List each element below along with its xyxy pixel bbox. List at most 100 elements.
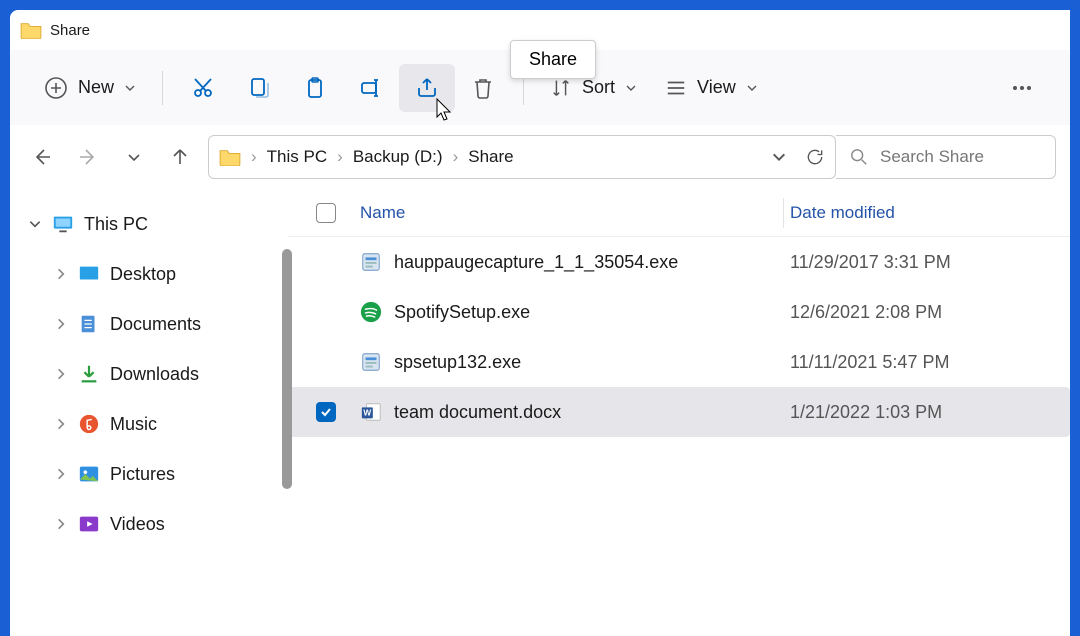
scrollbar[interactable] (282, 249, 292, 489)
file-list: ⌃ Name Date modified hauppaugecapture_1_… (287, 189, 1070, 636)
window-title: Share (50, 22, 90, 39)
sidebar: This PC Desktop Documents Downloads Musi (10, 189, 287, 636)
rename-button[interactable] (343, 64, 399, 112)
chevron-down-icon (625, 82, 637, 94)
file-name: team document.docx (394, 402, 790, 423)
breadcrumb-item[interactable]: This PC (267, 147, 327, 167)
back-button[interactable] (24, 139, 60, 175)
sidebar-label: Documents (110, 314, 201, 335)
chevron-down-icon (28, 217, 42, 231)
up-button[interactable] (162, 139, 198, 175)
file-date: 12/6/2021 2:08 PM (790, 302, 942, 323)
breadcrumb-item[interactable]: Share (468, 147, 513, 167)
new-button[interactable]: New (30, 64, 150, 112)
sidebar-item-music[interactable]: Music (20, 399, 287, 449)
breadcrumb-item[interactable]: Backup (D:) (353, 147, 443, 167)
sidebar-label: Desktop (110, 264, 176, 285)
share-tooltip: Share (510, 40, 596, 79)
trash-icon (471, 76, 495, 100)
explorer-window: Share Share New Sor (10, 10, 1070, 636)
file-name: spsetup132.exe (394, 352, 790, 373)
search-placeholder: Search Share (880, 147, 984, 167)
row-checkbox[interactable] (316, 402, 336, 422)
column-header: ⌃ Name Date modified (288, 189, 1070, 237)
address-bar[interactable]: › This PC › Backup (D:) › Share (208, 135, 836, 179)
view-icon (665, 77, 687, 99)
sidebar-item-videos[interactable]: Videos (20, 499, 287, 549)
arrow-up-icon (170, 147, 190, 167)
file-row[interactable]: SpotifySetup.exe12/6/2021 2:08 PM (288, 287, 1070, 337)
sidebar-item-documents[interactable]: Documents (20, 299, 287, 349)
spotify-icon (360, 301, 382, 323)
delete-button[interactable] (455, 64, 511, 112)
column-name[interactable]: Name (360, 203, 790, 223)
row-checkbox[interactable] (316, 302, 336, 322)
sidebar-item-this-pc[interactable]: This PC (20, 199, 287, 249)
chevron-right-icon (54, 417, 68, 431)
new-label: New (78, 77, 114, 98)
chevron-down-icon[interactable] (771, 149, 787, 165)
copy-icon (247, 76, 271, 100)
view-button[interactable]: View (651, 64, 772, 112)
word-icon: W (360, 401, 382, 423)
sort-icon (550, 77, 572, 99)
recent-button[interactable] (116, 139, 152, 175)
chevron-down-icon (746, 82, 758, 94)
sidebar-label: This PC (84, 214, 148, 235)
share-icon (415, 76, 439, 100)
chevron-right-icon (54, 517, 68, 531)
file-name: SpotifySetup.exe (394, 302, 790, 323)
sidebar-item-desktop[interactable]: Desktop (20, 249, 287, 299)
rename-icon (359, 76, 383, 100)
documents-icon (78, 313, 100, 335)
copy-button[interactable] (231, 64, 287, 112)
nav-row: › This PC › Backup (D:) › Share Search S… (10, 125, 1070, 189)
more-button[interactable] (994, 64, 1050, 112)
file-name: hauppaugecapture_1_1_35054.exe (394, 252, 790, 273)
scissors-icon (191, 76, 215, 100)
file-row[interactable]: spsetup132.exe11/11/2021 5:47 PM (288, 337, 1070, 387)
row-checkbox[interactable] (316, 252, 336, 272)
search-box[interactable]: Search Share (836, 135, 1056, 179)
sidebar-item-pictures[interactable]: Pictures (20, 449, 287, 499)
titlebar: Share Share (10, 10, 1070, 50)
pictures-icon (78, 463, 100, 485)
folder-icon (20, 21, 42, 39)
share-button[interactable] (399, 64, 455, 112)
cut-button[interactable] (175, 64, 231, 112)
search-icon (850, 148, 868, 166)
folder-icon (219, 148, 241, 166)
file-row[interactable]: hauppaugecapture_1_1_35054.exe11/29/2017… (288, 237, 1070, 287)
file-date: 11/11/2021 5:47 PM (790, 352, 949, 373)
chevron-right-icon (54, 267, 68, 281)
chevron-down-icon (124, 82, 136, 94)
videos-icon (78, 513, 100, 535)
desktop-icon (78, 263, 100, 285)
cursor-icon (433, 98, 457, 122)
file-row[interactable]: Wteam document.docx1/21/2022 1:03 PM (288, 387, 1070, 437)
arrow-right-icon (78, 147, 98, 167)
column-date[interactable]: Date modified (790, 203, 1070, 223)
sidebar-item-downloads[interactable]: Downloads (20, 349, 287, 399)
exe-icon (360, 351, 382, 373)
sidebar-label: Pictures (110, 464, 175, 485)
forward-button[interactable] (70, 139, 106, 175)
chevron-right-icon (54, 367, 68, 381)
chevron-right-icon (54, 467, 68, 481)
file-date: 11/29/2017 3:31 PM (790, 252, 951, 273)
body: This PC Desktop Documents Downloads Musi (10, 189, 1070, 636)
sidebar-label: Downloads (110, 364, 199, 385)
chevron-right-icon (54, 317, 68, 331)
row-checkbox[interactable] (316, 352, 336, 372)
chevron-down-icon (124, 147, 144, 167)
file-date: 1/21/2022 1:03 PM (790, 402, 942, 423)
select-all-checkbox[interactable] (316, 203, 336, 223)
view-label: View (697, 77, 736, 98)
refresh-icon[interactable] (805, 147, 825, 167)
music-icon (78, 413, 100, 435)
sidebar-label: Videos (110, 514, 165, 535)
paste-button[interactable] (287, 64, 343, 112)
plus-circle-icon (44, 76, 68, 100)
arrow-left-icon (32, 147, 52, 167)
svg-text:W: W (363, 409, 371, 418)
